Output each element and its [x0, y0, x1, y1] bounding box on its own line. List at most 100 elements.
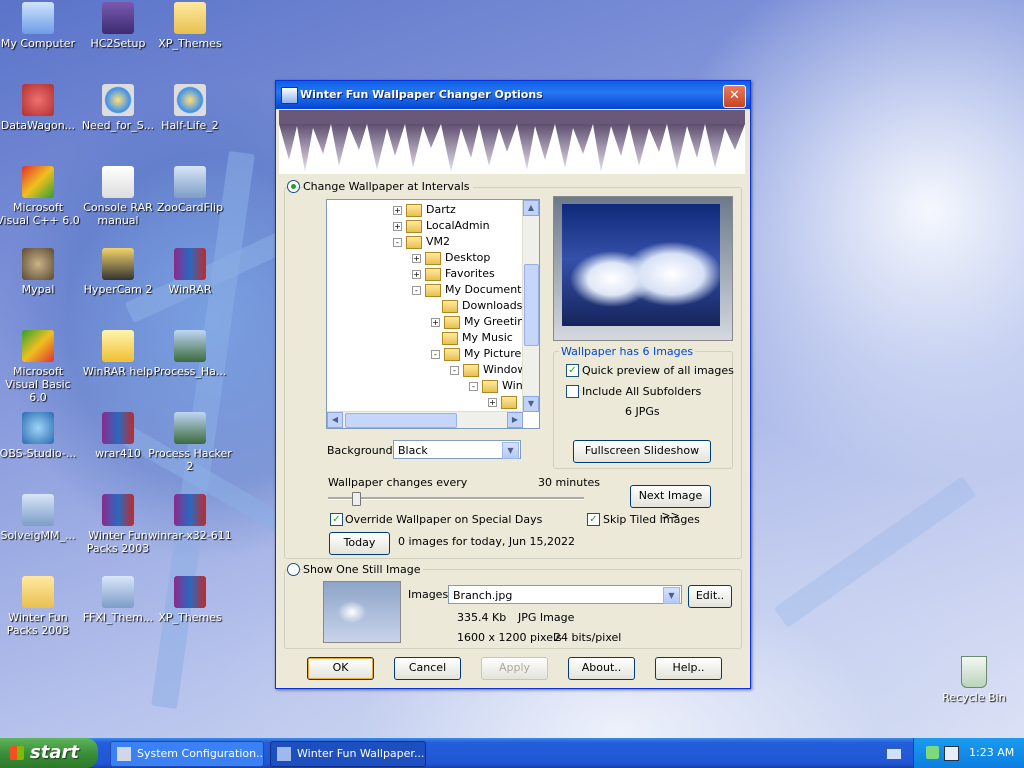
tree-node[interactable]: + Dartz [393, 202, 456, 218]
tree-node[interactable]: + Favorites [412, 266, 495, 282]
desktop-icon[interactable]: Process_Ha... [148, 330, 232, 378]
chevron-down-icon[interactable]: ▼ [663, 587, 680, 604]
folder-icon [442, 299, 458, 313]
tree-node[interactable]: - My Pictures [431, 346, 527, 362]
override-label[interactable]: Override Wallpaper on Special Days [345, 513, 542, 526]
background-select[interactable]: Black ▼ [393, 440, 521, 459]
expand-icon[interactable]: + [393, 205, 402, 215]
collapse-icon[interactable]: - [431, 349, 440, 359]
desktop-icon[interactable]: Microsoft Visual C++ 6.0 [0, 166, 80, 227]
scroll-left-button[interactable]: ◀ [327, 412, 343, 428]
close-button[interactable]: ✕ [723, 85, 746, 108]
desktop-icon[interactable]: DataWagon... [0, 84, 80, 132]
collapse-icon[interactable]: - [412, 285, 421, 295]
skip-tiled-checkbox[interactable]: ✓ [587, 513, 600, 526]
scroll-up-button[interactable]: ▲ [523, 200, 539, 216]
include-subfolders-label[interactable]: Include All Subfolders [582, 385, 701, 398]
interval-slider-thumb[interactable] [352, 492, 361, 506]
scroll-thumb[interactable] [524, 264, 539, 346]
desktop-icon[interactable]: Microsoft Visual Basic 6.0 [0, 330, 80, 404]
override-checkbox[interactable]: ✓ [330, 513, 343, 526]
desktop-icon-label: DataWagon... [0, 119, 76, 132]
keyboard-icon[interactable] [886, 748, 902, 760]
collapse-icon[interactable]: - [469, 381, 478, 391]
tree-vertical-scrollbar[interactable]: ▲ ▼ [522, 200, 539, 412]
background-label: Background [327, 444, 393, 457]
folder-icon [406, 235, 422, 249]
computer-icon [22, 2, 54, 34]
today-button[interactable]: Today [329, 532, 390, 555]
task-system-configuration[interactable]: System Configuration... [110, 741, 264, 767]
expand-icon[interactable]: + [488, 397, 497, 407]
help-icon [102, 330, 134, 362]
tree-node[interactable]: - VM2 [393, 234, 450, 250]
desktop-icon[interactable]: XP_Themes [148, 2, 232, 50]
edit-button[interactable]: Edit.. [688, 585, 732, 608]
tree-node-label: VM2 [426, 235, 451, 248]
desktop-icon[interactable]: Half-Life_2 [148, 84, 232, 132]
tree-node[interactable]: + [488, 394, 521, 410]
desktop-icon[interactable]: SolveigMM_... [0, 494, 80, 542]
skip-tiled-label[interactable]: Skip Tiled Images [603, 513, 700, 526]
tree-node[interactable]: + Desktop [412, 250, 490, 266]
recycle-bin[interactable]: Recycle Bin [932, 656, 1016, 704]
next-image-button[interactable]: Next Image >> [630, 485, 711, 522]
desktop-icon[interactable]: WinRAR [148, 248, 232, 296]
quick-preview-label[interactable]: Quick preview of all images [582, 364, 734, 377]
collapse-icon[interactable]: - [393, 237, 402, 247]
scroll-down-button[interactable]: ▼ [523, 396, 539, 412]
wallpaper-group-title: Wallpaper has 6 Images [559, 345, 696, 358]
still-image-radio[interactable] [287, 563, 300, 576]
desktop-icon[interactable]: ZooCardFlip [148, 166, 232, 214]
tree-horizontal-scrollbar[interactable]: ◀ ▶ [327, 411, 523, 428]
intervals-radio[interactable] [287, 180, 300, 193]
desktop-icon[interactable]: Winter Fun Packs 2003 [0, 576, 80, 637]
start-button[interactable]: start [0, 738, 98, 768]
apply-button[interactable]: Apply [481, 657, 548, 680]
expand-icon[interactable]: + [393, 221, 402, 231]
desktop-icon[interactable]: XP_Themes [148, 576, 232, 624]
h-scroll-thumb[interactable] [345, 413, 457, 428]
winrar-icon [174, 248, 206, 280]
jpg-count: 6 JPGs [625, 405, 660, 418]
tree-node[interactable]: Downloads [431, 298, 522, 314]
title-bar[interactable]: Winter Fun Wallpaper Changer Options ✕ [276, 81, 750, 109]
include-subfolders-checkbox[interactable] [566, 385, 579, 398]
process-hacker-icon [174, 330, 206, 362]
desktop-icon-label: XP_Themes [158, 611, 222, 624]
network-icon[interactable] [926, 746, 939, 759]
desktop-icon[interactable]: OBS-Studio-... [0, 412, 80, 460]
still-image-radio-label[interactable]: Show One Still Image [303, 563, 424, 576]
expand-icon[interactable]: + [431, 317, 440, 327]
tree-node[interactable]: - Window [450, 362, 526, 378]
clock[interactable]: 1:23 AM [969, 746, 1014, 759]
desktop-icon[interactable]: winrar-x32-611 [148, 494, 232, 542]
tray-app-icon[interactable] [944, 746, 959, 761]
expand-icon[interactable]: + [412, 269, 421, 279]
visual-cpp-icon [22, 166, 54, 198]
folder-tree[interactable]: + Dartz + LocalAdmin - VM2 + Desktop + Favorites -… [326, 199, 540, 429]
desktop-icon[interactable]: Mypal [0, 248, 80, 296]
folder-icon [406, 203, 422, 217]
ok-button[interactable]: OK [307, 657, 374, 680]
quick-preview-checkbox[interactable]: ✓ [566, 364, 579, 377]
cancel-button[interactable]: Cancel [394, 657, 461, 680]
desktop-icon[interactable]: Process Hacker 2 [148, 412, 232, 473]
expand-icon[interactable]: + [412, 253, 421, 263]
tree-node[interactable]: + LocalAdmin [393, 218, 490, 234]
tree-node[interactable]: - My Documents [412, 282, 527, 298]
chevron-down-icon[interactable]: ▼ [502, 442, 519, 459]
fullscreen-slideshow-button[interactable]: Fullscreen Slideshow [573, 440, 711, 463]
task-winter-fun-wallpaper[interactable]: Winter Fun Wallpaper... [270, 741, 426, 767]
tree-node[interactable]: - Win [469, 378, 523, 394]
intervals-radio-label[interactable]: Change Wallpaper at Intervals [303, 180, 473, 193]
desktop-icon[interactable]: My Computer [0, 2, 80, 50]
interval-slider-track[interactable] [328, 497, 584, 500]
about-button[interactable]: About.. [568, 657, 635, 680]
tree-node[interactable]: My Music [431, 330, 513, 346]
images-select[interactable]: Branch.jpg ▼ [448, 585, 682, 604]
help-button[interactable]: Help.. [655, 657, 722, 680]
scroll-right-button[interactable]: ▶ [507, 412, 523, 428]
collapse-icon[interactable]: - [450, 365, 459, 375]
tree-node[interactable]: + My Greeting [431, 314, 531, 330]
